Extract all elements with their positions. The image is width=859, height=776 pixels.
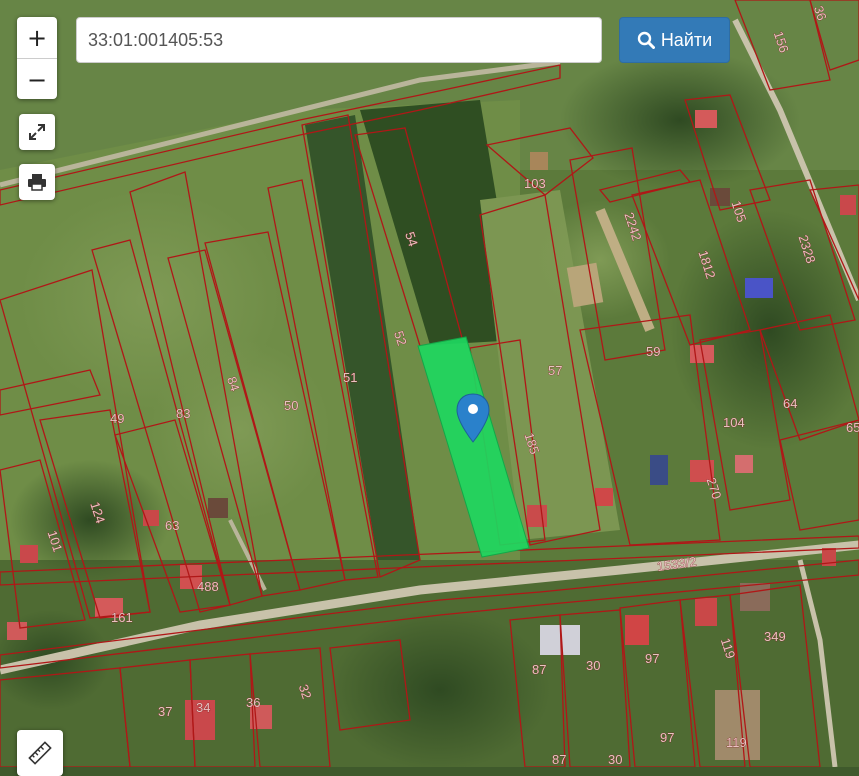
search-icon	[637, 31, 655, 49]
parcel-label: 119	[726, 735, 747, 750]
parcel-label: 83	[176, 406, 190, 421]
parcel-label: 97	[645, 651, 659, 666]
parcel-label: 161	[111, 610, 133, 625]
measure-button[interactable]	[17, 730, 63, 776]
zoom-in-button[interactable]: +	[17, 17, 57, 59]
parcel-label: 50	[284, 398, 298, 413]
print-button[interactable]	[19, 164, 55, 200]
parcel-label: 30	[586, 658, 600, 673]
parcel-label: 87	[552, 752, 566, 767]
expand-icon	[29, 124, 45, 140]
parcel-label: 64	[783, 396, 797, 411]
parcel-label: 87	[532, 662, 546, 677]
parcel-label: 65	[846, 420, 859, 435]
search-button[interactable]: Найти	[619, 17, 730, 63]
parcel-label: 59	[646, 344, 660, 359]
fullscreen-button[interactable]	[19, 114, 55, 150]
parcel-label: 104	[723, 415, 745, 430]
parcel-label: 51	[343, 370, 357, 385]
parcel-label: 36	[246, 695, 260, 710]
parcel-label: 97	[660, 730, 674, 745]
parcel-label: 30	[608, 752, 622, 767]
print-icon	[28, 174, 46, 191]
map-canvas[interactable]: 36 156 103 105 2328 54 2242 1812 52 57 5…	[0, 0, 859, 767]
parcel-label: 488	[197, 579, 219, 594]
parcel-label: 63	[165, 518, 179, 533]
parcel-label: 57	[548, 363, 562, 378]
parcel-label: 37	[158, 704, 172, 719]
ruler-icon	[28, 741, 52, 765]
parcel-label: 103	[524, 176, 546, 191]
parcel-label: 34	[196, 700, 210, 715]
zoom-control: + −	[17, 17, 57, 99]
parcel-label: 349	[764, 629, 786, 644]
cadastral-search-input[interactable]	[76, 17, 602, 63]
parcel-label: 49	[110, 411, 124, 426]
zoom-out-button[interactable]: −	[17, 59, 57, 99]
search-button-label: Найти	[660, 29, 713, 50]
